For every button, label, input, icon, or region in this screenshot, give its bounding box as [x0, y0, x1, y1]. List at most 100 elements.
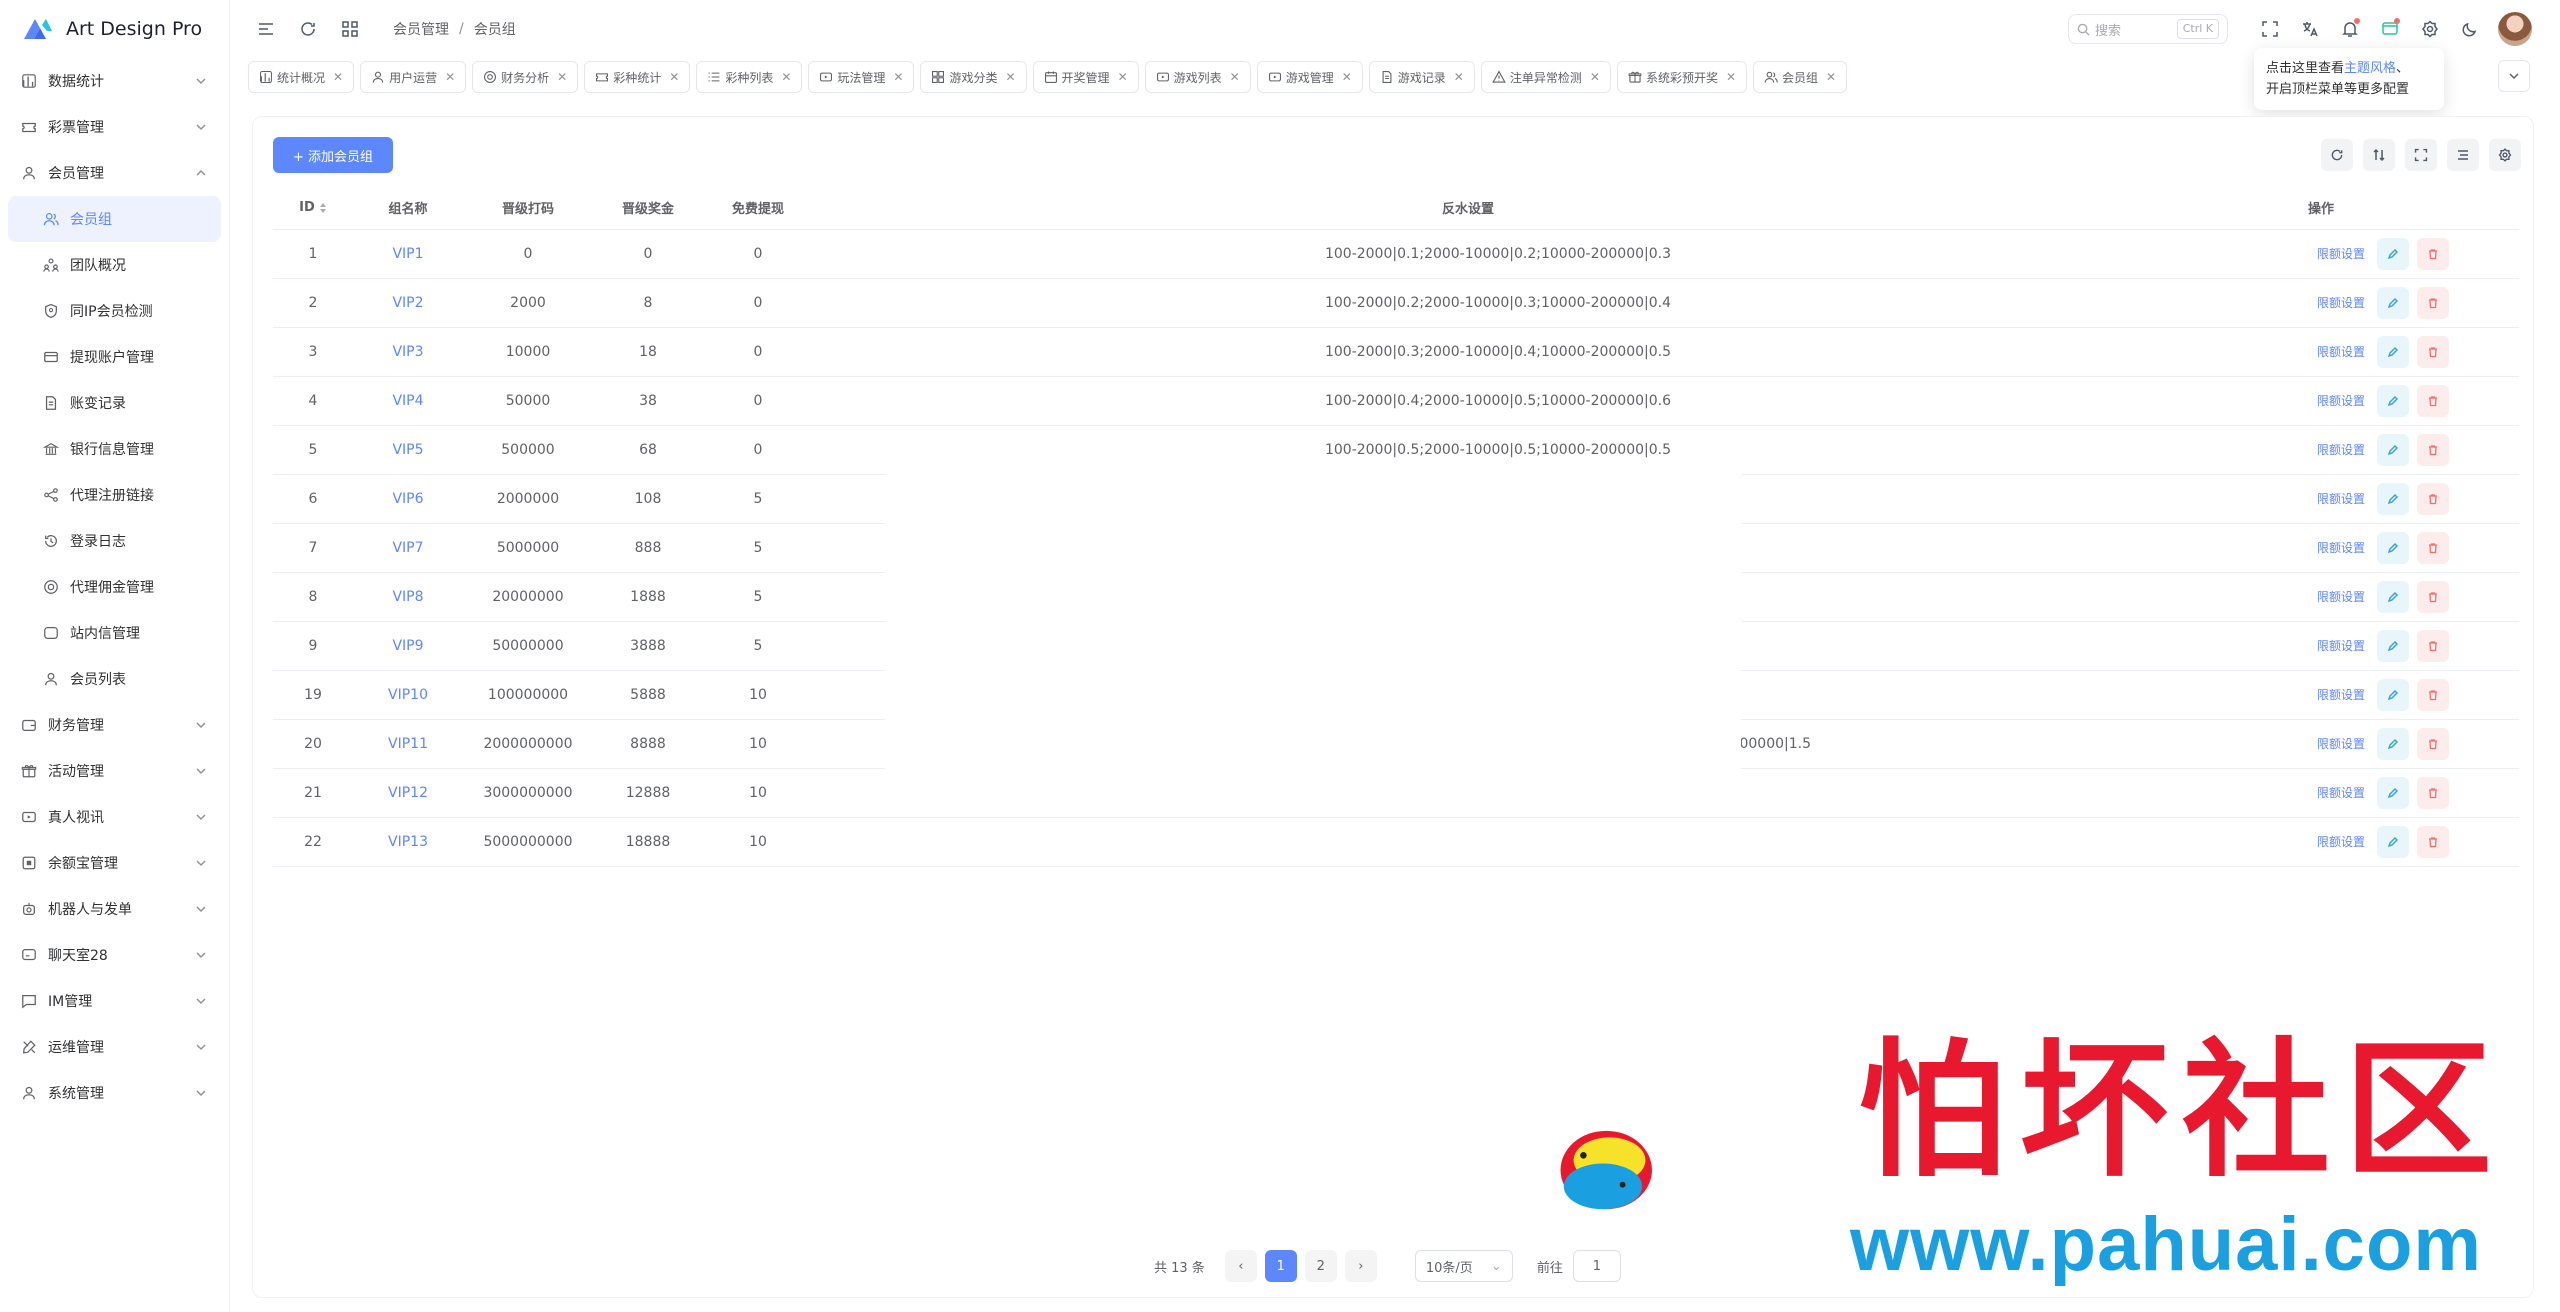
- density-sort-icon[interactable]: [2363, 139, 2395, 171]
- table-settings-gear-icon[interactable]: [2489, 139, 2521, 171]
- cell-group-name[interactable]: VIP10: [353, 670, 463, 720]
- refresh-icon[interactable]: [2321, 139, 2353, 171]
- edit-pencil-icon[interactable]: [2377, 335, 2409, 368]
- edit-pencil-icon[interactable]: [2377, 825, 2409, 858]
- page-tab-1[interactable]: 用户运营 ✕: [360, 61, 467, 93]
- cell-group-name[interactable]: VIP12: [353, 768, 463, 818]
- edit-pencil-icon[interactable]: [2377, 678, 2409, 711]
- page-tab-8[interactable]: 游戏列表 ✕: [1144, 61, 1251, 93]
- delete-trash-icon[interactable]: [2417, 776, 2449, 809]
- delete-trash-icon[interactable]: [2417, 237, 2449, 270]
- breadcrumb-item[interactable]: 会员管理: [393, 19, 449, 39]
- delete-trash-icon[interactable]: [2417, 825, 2449, 858]
- page-tab-12[interactable]: 系统彩预开奖 ✕: [1616, 61, 1748, 93]
- edit-pencil-icon[interactable]: [2377, 237, 2409, 270]
- delete-trash-icon[interactable]: [2417, 335, 2449, 368]
- sidebar-item-10[interactable]: 会员列表: [0, 656, 229, 702]
- cell-group-name[interactable]: VIP13: [353, 817, 463, 867]
- page-tab-5[interactable]: 玩法管理 ✕: [808, 61, 915, 93]
- sidebar-item-6[interactable]: 代理注册链接: [0, 472, 229, 518]
- page-tab-0[interactable]: 统计概况 ✕: [248, 61, 355, 93]
- sidebar-item-4[interactable]: 账变记录: [0, 380, 229, 426]
- close-icon[interactable]: ✕: [445, 70, 455, 84]
- column-list-icon[interactable]: [2447, 139, 2479, 171]
- close-icon[interactable]: ✕: [333, 70, 343, 84]
- close-icon[interactable]: ✕: [781, 70, 791, 84]
- limit-settings-link[interactable]: 限额设置: [2317, 441, 2365, 458]
- fullscreen-icon[interactable]: [2250, 12, 2290, 46]
- page-tab-11[interactable]: 注单异常检测 ✕: [1480, 61, 1611, 93]
- page-tab-10[interactable]: 游戏记录 ✕: [1368, 61, 1475, 93]
- sidebar-item-1[interactable]: 团队概况: [0, 242, 229, 288]
- refresh-icon[interactable]: [291, 12, 325, 46]
- close-icon[interactable]: ✕: [1590, 70, 1600, 84]
- search-input[interactable]: 搜索 Ctrl K: [2068, 14, 2228, 44]
- page-tab-13[interactable]: 会员组 ✕: [1753, 61, 1848, 93]
- limit-settings-link[interactable]: 限额设置: [2317, 686, 2365, 703]
- edit-pencil-icon[interactable]: [2377, 727, 2409, 760]
- limit-settings-link[interactable]: 限额设置: [2317, 784, 2365, 801]
- page-button-1[interactable]: 1: [1264, 1250, 1297, 1282]
- close-icon[interactable]: ✕: [1454, 70, 1464, 84]
- sidebar-item-9[interactable]: 站内信管理: [0, 610, 229, 656]
- column-header-id[interactable]: ID: [273, 187, 353, 230]
- user-avatar[interactable]: [2498, 12, 2532, 46]
- page-tab-6[interactable]: 游戏分类 ✕: [920, 61, 1027, 93]
- cell-group-name[interactable]: VIP8: [353, 572, 463, 622]
- tabs-more-chevron-icon[interactable]: [2498, 60, 2530, 92]
- edit-pencil-icon[interactable]: [2377, 629, 2409, 662]
- limit-settings-link[interactable]: 限额设置: [2317, 735, 2365, 752]
- language-icon[interactable]: [2290, 12, 2330, 46]
- sidebar-item-8[interactable]: 代理佣金管理: [0, 564, 229, 610]
- edit-pencil-icon[interactable]: [2377, 776, 2409, 809]
- delete-trash-icon[interactable]: [2417, 384, 2449, 417]
- close-icon[interactable]: ✕: [669, 70, 679, 84]
- delete-trash-icon[interactable]: [2417, 580, 2449, 613]
- page-tab-9[interactable]: 游戏管理 ✕: [1256, 61, 1363, 93]
- limit-settings-link[interactable]: 限额设置: [2317, 294, 2365, 311]
- app-logo[interactable]: Art Design Pro: [0, 0, 229, 58]
- sidebar-group-8[interactable]: 聊天室28: [0, 932, 229, 978]
- page-tab-4[interactable]: 彩种列表 ✕: [696, 61, 803, 93]
- cell-group-name[interactable]: VIP9: [353, 621, 463, 671]
- close-icon[interactable]: ✕: [1826, 70, 1836, 84]
- close-icon[interactable]: ✕: [1118, 70, 1128, 84]
- sidebar-group-11[interactable]: 系统管理: [0, 1070, 229, 1116]
- menu-toggle-icon[interactable]: [249, 12, 283, 46]
- cell-group-name[interactable]: VIP6: [353, 474, 463, 524]
- edit-pencil-icon[interactable]: [2377, 482, 2409, 515]
- page-tab-7[interactable]: 开奖管理 ✕: [1032, 61, 1139, 93]
- cell-group-name[interactable]: VIP2: [353, 278, 463, 328]
- page-tab-3[interactable]: 彩种统计 ✕: [584, 61, 691, 93]
- cell-group-name[interactable]: VIP1: [353, 229, 463, 279]
- edit-pencil-icon[interactable]: [2377, 384, 2409, 417]
- limit-settings-link[interactable]: 限额设置: [2317, 392, 2365, 409]
- sidebar-group-10[interactable]: 运维管理: [0, 1024, 229, 1070]
- delete-trash-icon[interactable]: [2417, 531, 2449, 564]
- sidebar-item-3[interactable]: 提现账户管理: [0, 334, 229, 380]
- sort-icon[interactable]: [319, 202, 327, 214]
- sidebar-item-2[interactable]: 同IP会员检测: [0, 288, 229, 334]
- delete-trash-icon[interactable]: [2417, 482, 2449, 515]
- apps-grid-icon[interactable]: [333, 12, 367, 46]
- cell-group-name[interactable]: VIP11: [353, 719, 463, 769]
- limit-settings-link[interactable]: 限额设置: [2317, 490, 2365, 507]
- edit-pencil-icon[interactable]: [2377, 286, 2409, 319]
- sidebar-item-7[interactable]: 登录日志: [0, 518, 229, 564]
- close-icon[interactable]: ✕: [1342, 70, 1352, 84]
- limit-settings-link[interactable]: 限额设置: [2317, 245, 2365, 262]
- delete-trash-icon[interactable]: [2417, 727, 2449, 760]
- next-page-chevron-icon[interactable]: ›: [1344, 1250, 1377, 1282]
- close-icon[interactable]: ✕: [1726, 70, 1736, 84]
- delete-trash-icon[interactable]: [2417, 433, 2449, 466]
- edit-pencil-icon[interactable]: [2377, 531, 2409, 564]
- sidebar-group-3[interactable]: 财务管理: [0, 702, 229, 748]
- edit-pencil-icon[interactable]: [2377, 433, 2409, 466]
- sidebar-group-9[interactable]: IM管理: [0, 978, 229, 1024]
- sidebar-item-0[interactable]: 会员组: [8, 196, 221, 242]
- sidebar-group-6[interactable]: 余额宝管理: [0, 840, 229, 886]
- limit-settings-link[interactable]: 限额设置: [2317, 637, 2365, 654]
- cell-group-name[interactable]: VIP4: [353, 376, 463, 426]
- page-button-2[interactable]: 2: [1304, 1250, 1337, 1282]
- settings-gear-icon[interactable]: [2410, 12, 2450, 46]
